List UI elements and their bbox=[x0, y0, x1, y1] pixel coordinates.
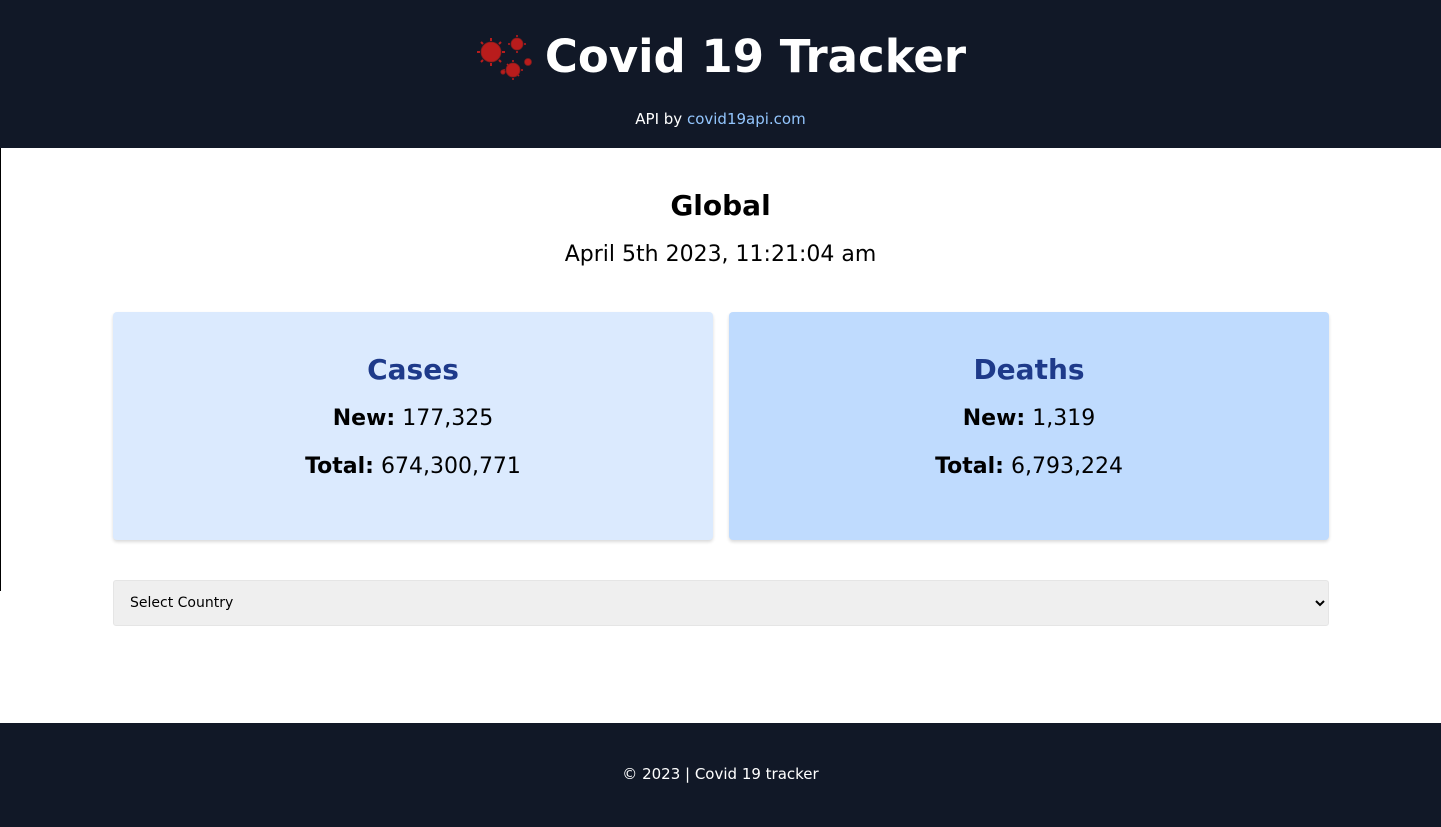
cases-total-label: Total: bbox=[305, 454, 374, 479]
deaths-card-title: Deaths bbox=[973, 353, 1085, 386]
site-header: Covid 19 Tracker API by covid19api.com bbox=[0, 0, 1441, 148]
deaths-new: New: 1,319 bbox=[729, 404, 1329, 434]
footer-copyright: © 2023 | Covid 19 tracker bbox=[622, 765, 819, 783]
site-footer: © 2023 | Covid 19 tracker bbox=[0, 723, 1441, 827]
cases-card: Cases New: 177,325 Total: 674,300,771 bbox=[113, 312, 713, 540]
api-credit-link[interactable]: covid19api.com bbox=[687, 110, 806, 128]
deaths-card: Deaths New: 1,319 Total: 6,793,224 bbox=[729, 312, 1329, 540]
deaths-new-label: New: bbox=[962, 406, 1026, 431]
deaths-total-value: 6,793,224 bbox=[1010, 454, 1123, 479]
last-updated-timestamp: April 5th 2023, 11:21:04 am bbox=[564, 242, 877, 267]
country-select[interactable]: Select Country bbox=[113, 580, 1329, 626]
cases-total-value: 674,300,771 bbox=[380, 454, 521, 479]
cases-card-title: Cases bbox=[367, 353, 459, 386]
cases-new-value: 177,325 bbox=[402, 406, 494, 431]
region-title: Global bbox=[670, 189, 771, 222]
deaths-total-label: Total: bbox=[935, 454, 1004, 479]
site-title: Covid 19 Tracker bbox=[544, 30, 967, 83]
deaths-new-value: 1,319 bbox=[1032, 406, 1096, 431]
cases-new: New: 177,325 bbox=[113, 404, 713, 434]
brand: Covid 19 Tracker bbox=[0, 28, 1441, 86]
virus-icon bbox=[476, 35, 532, 80]
api-credit-prefix: API by bbox=[635, 110, 683, 128]
cases-new-label: New: bbox=[332, 406, 396, 431]
api-credit: API by covid19api.com bbox=[0, 109, 1441, 129]
deaths-total: Total: 6,793,224 bbox=[729, 452, 1329, 482]
cases-total: Total: 674,300,771 bbox=[113, 452, 713, 482]
page: Covid 19 Tracker API by covid19api.com G… bbox=[0, 0, 1441, 827]
